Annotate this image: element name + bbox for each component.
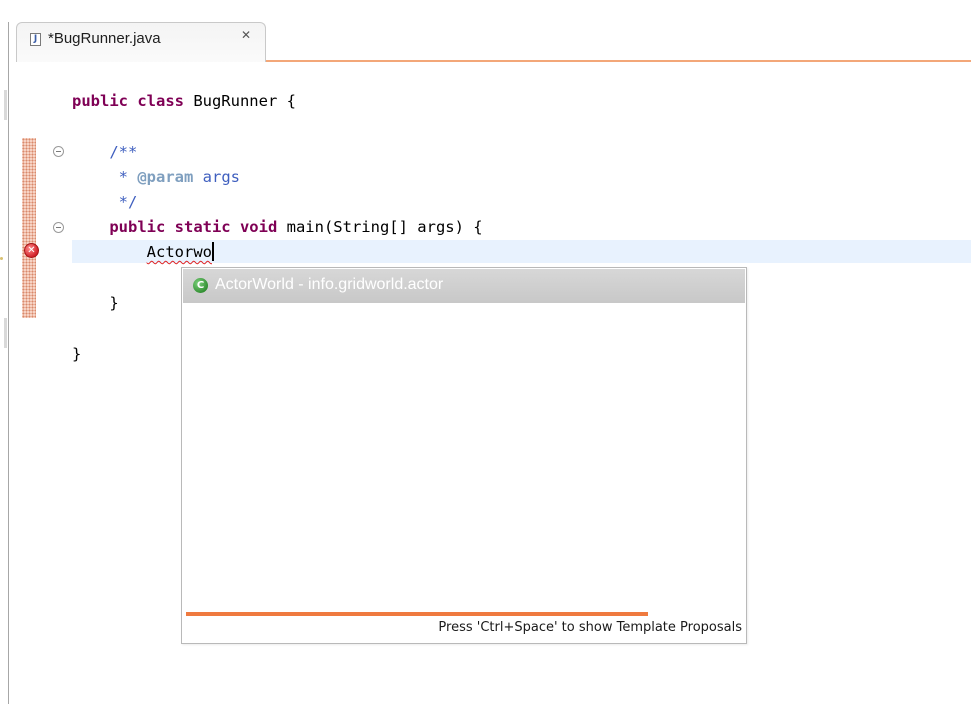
code-text: main(String[] args) { [277,218,483,236]
code-text: } [109,294,119,312]
fold-collapse-icon[interactable] [53,146,64,157]
java-file-icon: J [30,33,41,46]
eclipse-window: J *BugRunner.java ✕ ✕ public class BugRu… [0,0,971,704]
tab-title: *BugRunner.java [48,30,161,47]
code-line: } [72,343,81,365]
code-line: * @param args [72,166,240,188]
code-text: } [72,345,82,363]
left-marker [0,257,3,260]
javadoc-text: * [109,168,138,186]
fold-collapse-icon[interactable] [53,222,64,233]
javadoc-text: args [193,168,240,186]
overview-ruler-marker [22,138,36,318]
code-line-current[interactable]: Actorwo [72,241,214,263]
editor-tab-bar: J *BugRunner.java ✕ [10,8,971,64]
content-assist-popup[interactable]: C ActorWorld - info.gridworld.actor Pres… [181,267,747,644]
proposal-label: ActorWorld - info.gridworld.actor [215,276,444,293]
panel-border [8,22,9,704]
keyword: public class [72,92,184,110]
code-line: } [72,292,119,314]
code-line: public class BugRunner { [72,90,296,112]
tab-bugrunner-java[interactable]: J *BugRunner.java ✕ [16,22,266,64]
error-icon[interactable]: ✕ [24,243,39,258]
left-panel-edge [0,0,10,704]
class-icon: C [193,278,208,293]
keyword: public static void [109,218,278,236]
javadoc-text: /** [109,143,138,161]
close-icon[interactable]: ✕ [241,28,251,42]
code-line: /** [72,141,137,163]
code-line: */ [72,191,138,213]
left-indicator [4,318,7,348]
progress-bar [186,612,648,616]
text-cursor [211,242,214,261]
typed-identifier: Actorwo [146,243,212,261]
javadoc-text: */ [109,193,138,211]
javadoc-tag: @param [137,168,194,186]
template-proposals-hint[interactable]: Press 'Ctrl+Space' to show Template Prop… [438,620,742,635]
code-line: public static void main(String[] args) { [72,216,483,238]
left-indicator [4,90,7,120]
code-text: BugRunner { [183,92,296,110]
completion-proposal-actorworld[interactable]: C ActorWorld - info.gridworld.actor [183,269,745,303]
